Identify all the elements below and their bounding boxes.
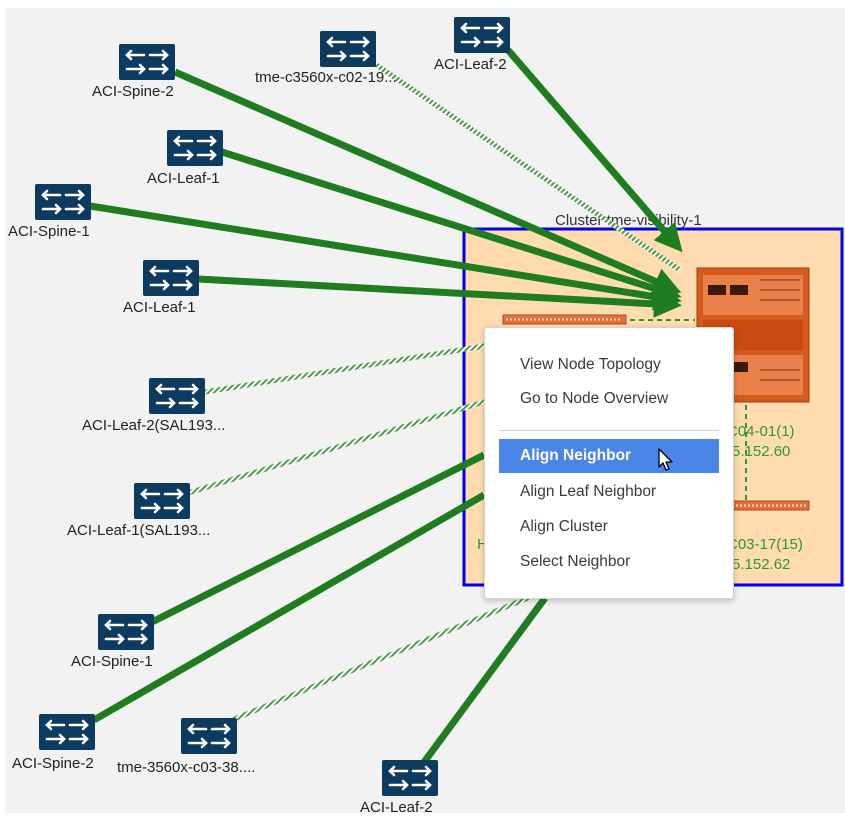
node-label: tme-c3560x-c02-19... (255, 69, 397, 86)
node-aci-spine-2-b[interactable]: ACI-Spine-2 (12, 714, 95, 772)
switch-icon (119, 44, 175, 80)
node-label: ACI-Leaf-1 (123, 299, 196, 316)
node-label: ACI-Leaf-2(SAL193... (82, 417, 225, 434)
switch-icon (167, 130, 223, 166)
menu-item-view-node-topology[interactable]: View Node Topology (499, 348, 719, 382)
switch-icon (320, 31, 376, 67)
cluster-node-c-label-2: 5.152.62 (732, 556, 790, 573)
switch-icon (454, 17, 510, 53)
node-aci-leaf-2-top[interactable]: ACI-Leaf-2 (434, 17, 510, 73)
switch-icon (35, 184, 91, 220)
cluster-node-switch-a[interactable] (502, 314, 627, 325)
menu-separator (499, 430, 719, 431)
cluster-node-switch-c[interactable] (732, 500, 810, 511)
node-aci-spine-1-a[interactable]: ACI-Spine-1 (8, 184, 91, 240)
node-label: ACI-Spine-1 (8, 223, 90, 240)
topology-canvas[interactable]: Cluster tme-visibility-1 C04-01(1) 5.152… (0, 0, 845, 822)
link (419, 595, 548, 768)
node-label: ACI-Leaf-1(SAL193... (67, 522, 210, 539)
switch-icon (39, 714, 95, 750)
node-label: ACI-Leaf-2 (360, 799, 433, 816)
node-label: ACI-Spine-1 (71, 653, 153, 670)
node-aci-leaf-1-a[interactable]: ACI-Leaf-1 (147, 130, 223, 187)
node-label: ACI-Leaf-1 (147, 170, 220, 187)
node-aci-leaf-2-sal[interactable]: ACI-Leaf-2(SAL193... (82, 378, 225, 434)
node-aci-spine-2-top[interactable]: ACI-Spine-2 (92, 44, 175, 100)
menu-item-align-leaf-neighbor[interactable]: Align Leaf Neighbor (499, 475, 719, 509)
switch-icon (382, 760, 438, 796)
menu-item-go-to-node-overview[interactable]: Go to Node Overview (499, 382, 719, 416)
cluster-label: Cluster tme-visibility-1 (555, 212, 702, 229)
switch-icon (181, 718, 237, 754)
switch-icon (143, 260, 199, 296)
node-label: tme-3560x-c03-38.... (117, 759, 255, 776)
cluster-node-b-label-1: C04-01(1) (727, 423, 795, 440)
node-label: ACI-Leaf-2 (434, 56, 507, 73)
node-label: ACI-Spine-2 (92, 83, 174, 100)
link-dotted (187, 397, 491, 496)
node-tme-3560x-c03[interactable]: tme-3560x-c03-38.... (117, 718, 255, 776)
switch-icon (98, 614, 154, 650)
cluster-node-b-label-2: 5.152.60 (732, 443, 790, 460)
switch-icon (134, 483, 190, 519)
node-aci-leaf-1-b[interactable]: ACI-Leaf-1 (123, 260, 199, 316)
switch-icon (149, 378, 205, 414)
node-aci-leaf-1-sal[interactable]: ACI-Leaf-1(SAL193... (67, 483, 210, 539)
cluster-node-c-label-1: C03-17(15) (727, 536, 803, 553)
node-tme-c3560x-c02[interactable]: tme-c3560x-c02-19... (255, 31, 397, 86)
menu-item-align-neighbor[interactable]: Align Neighbor (499, 439, 719, 473)
context-menu: View Node Topology Go to Node Overview A… (484, 327, 734, 599)
node-aci-spine-1-b[interactable]: ACI-Spine-1 (71, 614, 154, 670)
menu-item-select-neighbor[interactable]: Select Neighbor (499, 545, 719, 579)
menu-item-align-cluster[interactable]: Align Cluster (499, 510, 719, 544)
node-aci-leaf-2-bottom[interactable]: ACI-Leaf-2 (360, 760, 438, 816)
link-dotted (204, 342, 491, 395)
mouse-pointer-icon (658, 448, 673, 471)
node-label: ACI-Spine-2 (12, 755, 94, 772)
